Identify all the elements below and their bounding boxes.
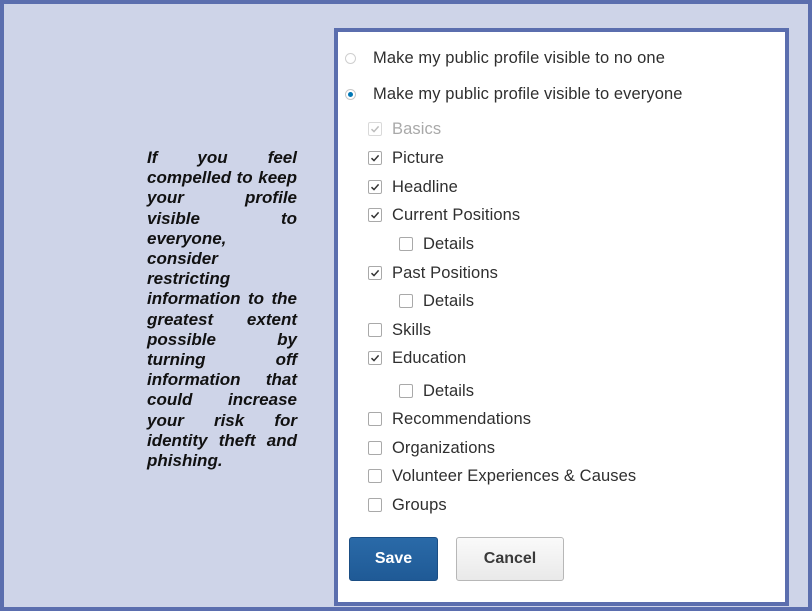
radio-button-selected[interactable] bbox=[345, 88, 356, 100]
section-label: Skills bbox=[392, 320, 432, 339]
visibility-option-no-one[interactable]: Make my public profile visible to no one bbox=[345, 47, 665, 69]
section-label: Basics bbox=[392, 119, 442, 138]
checkbox-unchecked[interactable] bbox=[368, 469, 382, 483]
checkbox-checked[interactable] bbox=[368, 266, 382, 280]
checkbox-unchecked[interactable] bbox=[399, 294, 413, 308]
checkmark-icon bbox=[370, 125, 380, 133]
checkbox-disabled bbox=[368, 122, 382, 136]
checkmark-icon bbox=[370, 183, 380, 191]
cancel-button[interactable]: Cancel bbox=[456, 537, 564, 581]
checkbox-unchecked[interactable] bbox=[399, 384, 413, 398]
callout-frame: If you feel compelled to keep your profi… bbox=[0, 0, 812, 611]
section-label: Headline bbox=[392, 177, 458, 196]
section-label: Current Positions bbox=[392, 205, 521, 224]
visibility-option-label: Make my public profile visible to everyo… bbox=[373, 84, 683, 103]
checkmark-icon bbox=[370, 211, 380, 219]
checkmark-icon bbox=[370, 269, 380, 277]
section-label: Past Positions bbox=[392, 263, 498, 282]
section-label: Details bbox=[423, 381, 475, 400]
section-label: Picture bbox=[392, 148, 445, 167]
section-basics: Basics bbox=[368, 118, 441, 140]
section-label: Volunteer Experiences & Causes bbox=[392, 466, 637, 485]
section-volunteer-experiences[interactable]: Volunteer Experiences & Causes bbox=[368, 465, 636, 487]
section-organizations[interactable]: Organizations bbox=[368, 437, 495, 459]
visibility-option-everyone[interactable]: Make my public profile visible to everyo… bbox=[345, 83, 683, 105]
visibility-option-label: Make my public profile visible to no one bbox=[373, 48, 665, 67]
checkbox-unchecked[interactable] bbox=[368, 498, 382, 512]
checkbox-unchecked[interactable] bbox=[368, 441, 382, 455]
radio-button[interactable] bbox=[345, 52, 356, 64]
section-current-positions-details[interactable]: Details bbox=[399, 233, 474, 255]
section-label: Education bbox=[392, 348, 467, 367]
section-label: Groups bbox=[392, 495, 447, 514]
checkbox-unchecked[interactable] bbox=[399, 237, 413, 251]
checkbox-unchecked[interactable] bbox=[368, 412, 382, 426]
privacy-settings-panel: Make my public profile visible to no one… bbox=[334, 28, 789, 606]
checkbox-unchecked[interactable] bbox=[368, 323, 382, 337]
checkmark-icon bbox=[370, 154, 380, 162]
section-headline[interactable]: Headline bbox=[368, 176, 458, 198]
section-education[interactable]: Education bbox=[368, 347, 466, 369]
section-skills[interactable]: Skills bbox=[368, 319, 431, 341]
checkbox-checked[interactable] bbox=[368, 351, 382, 365]
save-button[interactable]: Save bbox=[349, 537, 438, 581]
section-label: Recommendations bbox=[392, 409, 532, 428]
section-education-details[interactable]: Details bbox=[399, 380, 474, 402]
checkmark-icon bbox=[370, 354, 380, 362]
section-label: Organizations bbox=[392, 438, 496, 457]
section-label: Details bbox=[423, 291, 475, 310]
section-label: Details bbox=[423, 234, 475, 253]
section-recommendations[interactable]: Recommendations bbox=[368, 408, 531, 430]
section-past-positions-details[interactable]: Details bbox=[399, 290, 474, 312]
section-picture[interactable]: Picture bbox=[368, 147, 444, 169]
checkbox-checked[interactable] bbox=[368, 151, 382, 165]
advice-note: If you feel compelled to keep your profi… bbox=[147, 148, 297, 471]
section-groups[interactable]: Groups bbox=[368, 494, 447, 516]
checkbox-checked[interactable] bbox=[368, 208, 382, 222]
section-current-positions[interactable]: Current Positions bbox=[368, 204, 520, 226]
section-past-positions[interactable]: Past Positions bbox=[368, 262, 498, 284]
checkbox-checked[interactable] bbox=[368, 180, 382, 194]
